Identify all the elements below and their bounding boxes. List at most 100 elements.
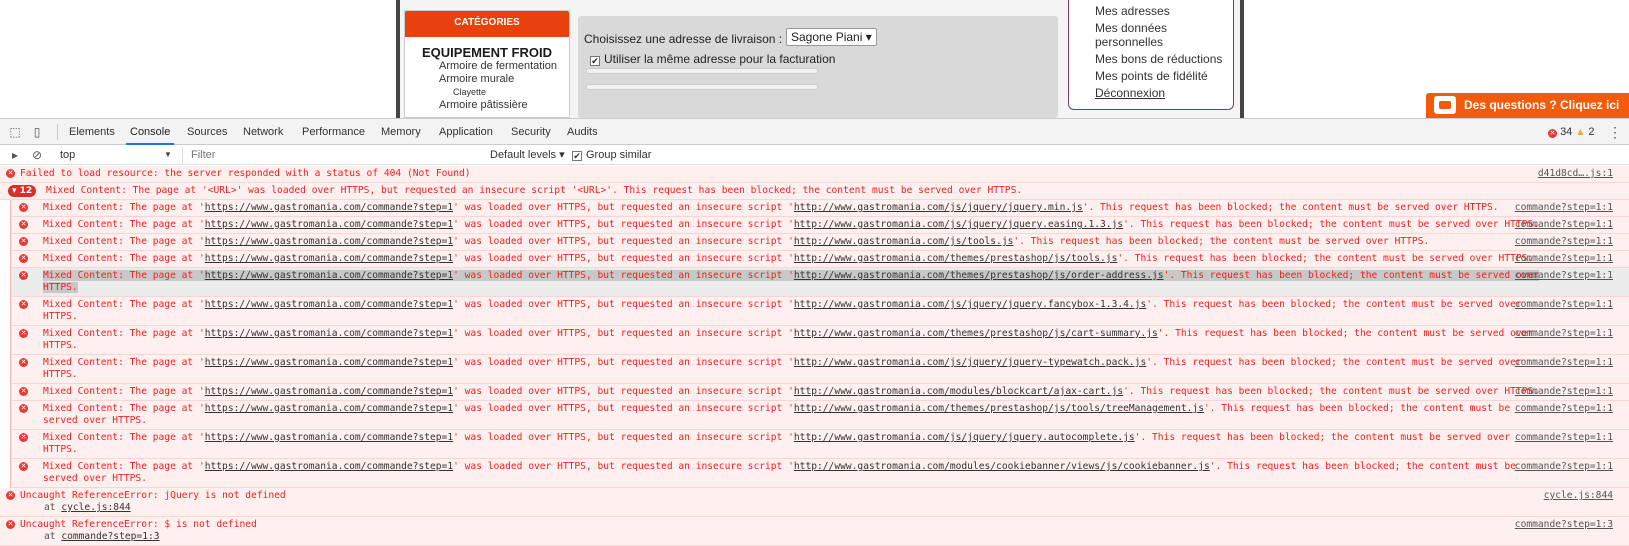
console-source-link[interactable]: commande?step=1:1 (1515, 386, 1613, 398)
inspect-element-icon[interactable]: ⬚ (8, 125, 22, 139)
tab-application[interactable]: Application (435, 119, 497, 145)
console-source-link[interactable]: commande?step=1:1 (1515, 403, 1613, 415)
mixed-content-row: ✕ Mixed Content: The page at 'https://www… (10, 355, 1629, 384)
mixed-content-message: Mixed Content: The page at 'https://www.… (43, 432, 1511, 455)
mixed-content-row: ✕ Mixed Content: The page at 'https://www… (10, 217, 1629, 234)
script-url-link[interactable]: http://www.gastromania.com/themes/presta… (794, 253, 1117, 264)
console-source-link[interactable]: commande?step=1:1 (1515, 328, 1613, 340)
console-source-link[interactable]: commande?step=1:1 (1515, 432, 1613, 444)
script-url-link[interactable]: http://www.gastromania.com/js/jquery/jqu… (794, 357, 1146, 368)
script-url-link[interactable]: http://www.gastromania.com/js/jquery/jqu… (794, 432, 1135, 443)
tab-audits[interactable]: Audits (563, 119, 602, 145)
console-group-row[interactable]: ▾ 12 Mixed Content: The page at '<URL>' … (0, 183, 1629, 200)
categories-panel: CATÉGORIES EQUIPEMENT FROID Armoire de f… (404, 10, 570, 118)
page-url-link[interactable]: https://www.gastromania.com/commande?ste… (205, 202, 453, 213)
account-link-loyalty[interactable]: Mes points de fidélité (1069, 69, 1233, 83)
console-source-link[interactable]: commande?step=1:1 (1515, 236, 1613, 248)
console-source-link[interactable]: cycle.js:844 (1544, 490, 1613, 502)
page-url-link[interactable]: https://www.gastromania.com/commande?ste… (205, 432, 453, 443)
categories-title[interactable]: EQUIPEMENT FROID (405, 45, 569, 60)
console-source-link[interactable]: d41d8cd….js:1 (1538, 168, 1613, 180)
page-url-link[interactable]: https://www.gastromania.com/commande?ste… (205, 270, 453, 281)
console-source-link[interactable]: commande?step=1:1 (1515, 202, 1613, 214)
delivery-address-select[interactable]: Sagone Piani ▾ (786, 28, 877, 46)
help-chat-button[interactable]: Des questions ? Cliquez ici (1426, 93, 1629, 118)
console-source-link[interactable]: commande?step=1:1 (1515, 299, 1613, 311)
mixed-content-row: ✕ Mixed Content: The page at 'https://www… (10, 401, 1629, 430)
account-link-vouchers[interactable]: Mes bons de réductions (1069, 52, 1233, 66)
stack-frame-link[interactable]: commande?step=1:3 (61, 531, 159, 542)
mixed-content-message: Mixed Content: The page at 'https://www.… (43, 357, 1522, 380)
console-source-link[interactable]: commande?step=1:1 (1515, 357, 1613, 369)
mixed-content-row: ✕ Mixed Content: The page at 'https://www… (10, 234, 1629, 251)
category-sub-link[interactable]: Clayette (405, 86, 569, 99)
page-url-link[interactable]: https://www.gastromania.com/commande?ste… (205, 219, 453, 230)
checkbox-checked-icon[interactable]: ✔ (590, 56, 600, 66)
category-link[interactable]: Armoire pâtissière (405, 99, 569, 112)
chat-icon (1434, 96, 1456, 114)
tab-network[interactable]: Network (239, 119, 287, 145)
more-options-icon[interactable]: ⋮ (1608, 124, 1622, 141)
tab-security[interactable]: Security (507, 119, 555, 145)
group-similar-label: Group similar (586, 149, 652, 161)
device-toolbar-icon[interactable]: ▯ (30, 125, 44, 139)
console-source-link[interactable]: commande?step=1:1 (1515, 270, 1613, 282)
mixed-content-message: Mixed Content: The page at 'https://www.… (43, 253, 1534, 264)
error-icon: ✕ (19, 254, 28, 263)
script-url-link[interactable]: http://www.gastromania.com/js/jquery/jqu… (794, 202, 1083, 213)
script-url-link[interactable]: http://www.gastromania.com/themes/presta… (794, 270, 1164, 281)
console-source-link[interactable]: commande?step=1:1 (1515, 253, 1613, 265)
category-link[interactable]: Armoire murale (405, 73, 569, 86)
help-chat-label: Des questions ? Cliquez ici (1464, 98, 1620, 112)
script-url-link[interactable]: http://www.gastromania.com/js/jquery/jqu… (794, 219, 1123, 230)
page-url-link[interactable]: https://www.gastromania.com/commande?ste… (205, 357, 453, 368)
tab-performance[interactable]: Performance (298, 119, 369, 145)
mixed-content-row: ✕ Mixed Content: The page at 'https://www… (10, 251, 1629, 268)
console-source-link[interactable]: commande?step=1:1 (1515, 461, 1613, 473)
mixed-content-message: Mixed Content: The page at 'https://www.… (43, 403, 1511, 426)
console-messages: ✕ Failed to load resource: the server re… (0, 166, 1629, 546)
stack-frame-link[interactable]: cycle.js:844 (61, 502, 130, 513)
script-url-link[interactable]: http://www.gastromania.com/modules/cooki… (794, 461, 1210, 472)
devtools-tab-bar: ⬚ ▯ Elements Console Sources Network Per… (0, 118, 1629, 145)
page-url-link[interactable]: https://www.gastromania.com/commande?ste… (205, 236, 453, 247)
mixed-content-message: Mixed Content: The page at 'https://www.… (43, 202, 1499, 213)
clear-console-icon[interactable]: ⊘ (30, 148, 44, 162)
tab-sources[interactable]: Sources (183, 119, 231, 145)
script-url-link[interactable]: http://www.gastromania.com/js/jquery/jqu… (794, 299, 1146, 310)
page-url-link[interactable]: https://www.gastromania.com/commande?ste… (205, 386, 453, 397)
account-link-addresses[interactable]: Mes adresses (1069, 4, 1233, 18)
page-url-link[interactable]: https://www.gastromania.com/commande?ste… (205, 328, 453, 339)
checkbox-checked-icon[interactable]: ✔ (572, 151, 582, 161)
script-url-link[interactable]: http://www.gastromania.com/themes/presta… (794, 328, 1158, 339)
tab-console[interactable]: Console (126, 119, 175, 145)
console-message-text: Mixed Content: The page at '<URL>' was l… (46, 185, 1023, 196)
category-link[interactable]: Armoire de fermentation (405, 60, 569, 73)
stack-trace: at cycle.js:844 (20, 502, 1549, 514)
page-url-link[interactable]: https://www.gastromania.com/commande?ste… (205, 461, 453, 472)
console-filter-input[interactable] (182, 147, 482, 163)
script-url-link[interactable]: http://www.gastromania.com/modules/block… (794, 386, 1123, 397)
console-source-link[interactable]: commande?step=1:3 (1515, 519, 1613, 531)
show-sidebar-icon[interactable]: ▸ (8, 148, 22, 162)
page-url-link[interactable]: https://www.gastromania.com/commande?ste… (205, 403, 453, 414)
same-address-option[interactable]: ✔ Utiliser la même adresse pour la factur… (590, 52, 835, 66)
logout-link[interactable]: Déconnexion (1069, 86, 1233, 100)
console-error-row: ✕ Uncaught ReferenceError: jQuery is not… (0, 488, 1629, 517)
group-count-badge[interactable]: ▾ 12 (8, 185, 37, 197)
account-link-personal-data[interactable]: Mes données personnelles (1069, 21, 1209, 49)
group-similar-option[interactable]: ✔ Group similar (572, 147, 651, 163)
script-url-link[interactable]: http://www.gastromania.com/js/tools.js (794, 236, 1014, 247)
tab-elements[interactable]: Elements (65, 119, 119, 145)
tab-memory[interactable]: Memory (377, 119, 425, 145)
error-icon: ✕ (6, 169, 15, 178)
delivery-address-label: Choisissez une adresse de livraison : (584, 32, 783, 46)
script-url-link[interactable]: http://www.gastromania.com/themes/presta… (794, 403, 1204, 414)
page-url-link[interactable]: https://www.gastromania.com/commande?ste… (205, 299, 453, 310)
context-select[interactable]: top (54, 147, 174, 163)
page-url-link[interactable]: https://www.gastromania.com/commande?ste… (205, 253, 453, 264)
issue-counter[interactable]: ✕ 34 ▲ 2 (1548, 126, 1594, 138)
log-levels-dropdown[interactable]: Default levels ▾ (490, 147, 565, 163)
mixed-content-message: Mixed Content: The page at 'https://www.… (43, 386, 1539, 397)
console-source-link[interactable]: commande?step=1:1 (1515, 219, 1613, 231)
